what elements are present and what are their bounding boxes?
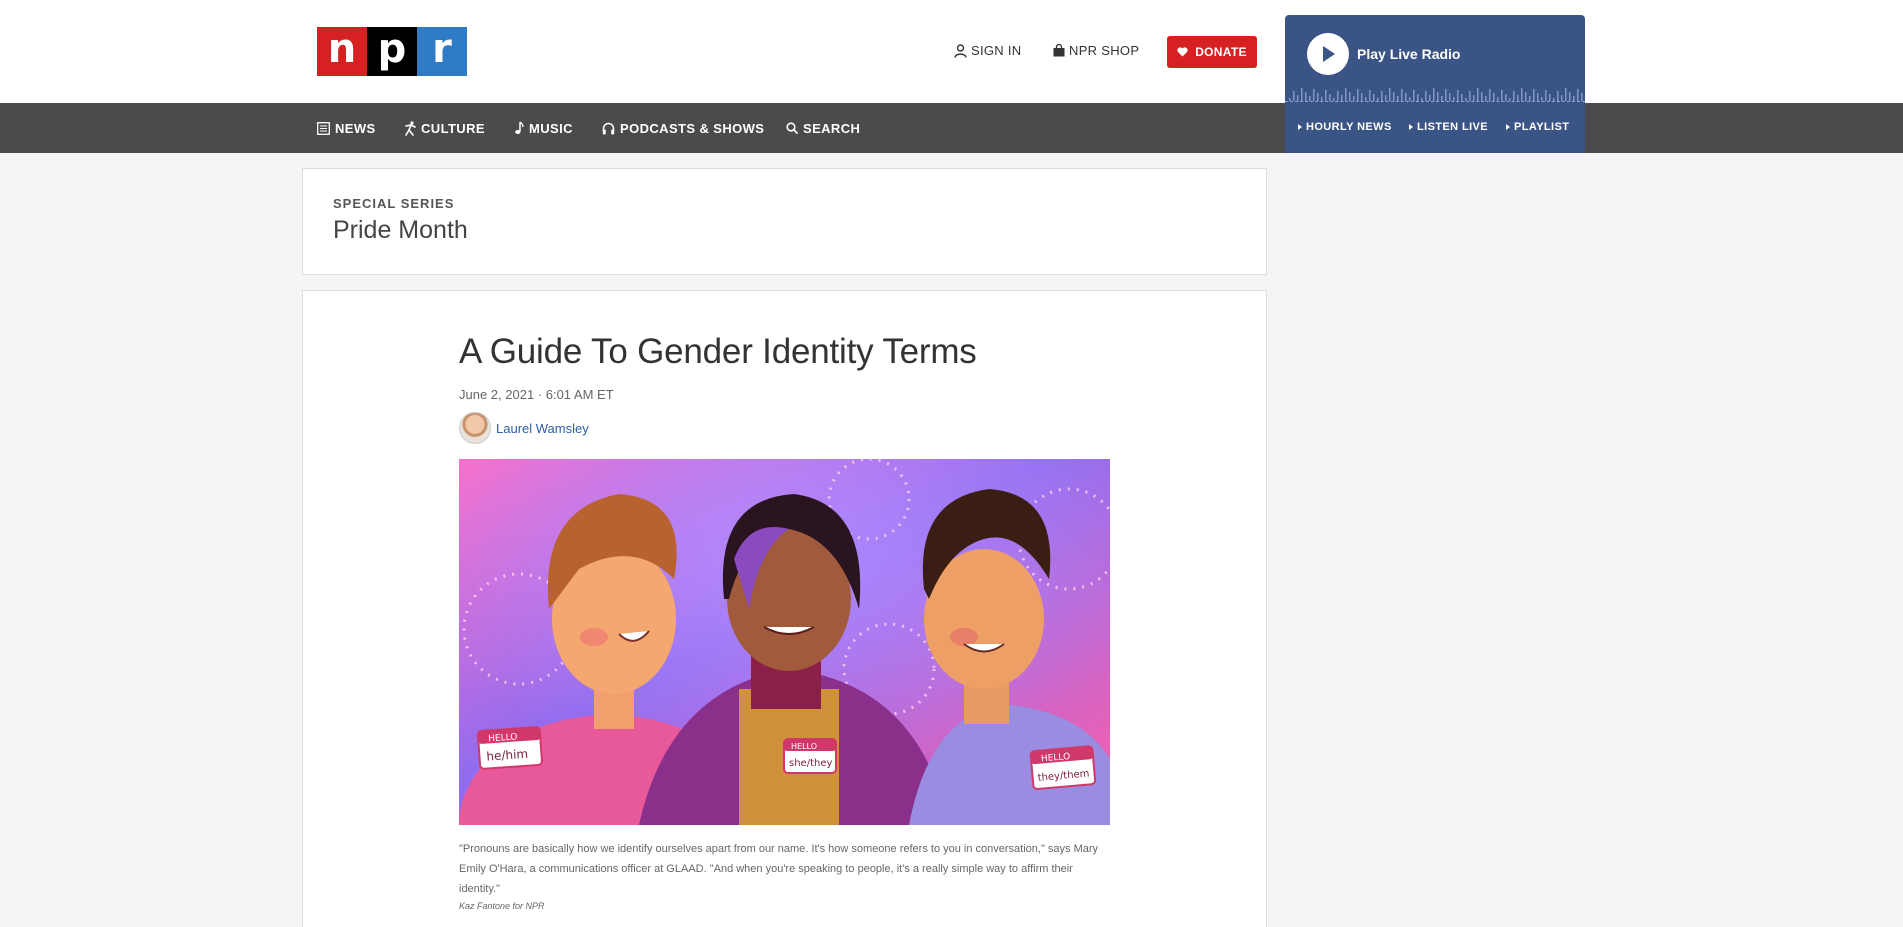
name-tag-she-they: HELLO she/they	[783, 738, 837, 774]
nav-label-culture: CULTURE	[421, 120, 485, 136]
donate-button[interactable]: DONATE	[1167, 36, 1257, 68]
sign-in-label: SIGN IN	[971, 43, 1022, 58]
tag-hello-1: HELLO	[488, 732, 518, 744]
radio-divider	[1285, 101, 1585, 102]
play-icon	[1323, 46, 1335, 62]
tag-hello-2: HELLO	[791, 742, 817, 751]
live-radio-widget: Play Live Radio HOURLY NEWS LISTEN LIVE …	[1285, 15, 1585, 153]
hourly-news-link[interactable]: HOURLY NEWS	[1298, 121, 1392, 133]
illustration-three-people: HELLO he/him HELLO she/they HELLO they/t…	[459, 459, 1110, 825]
npr-logo[interactable]: n p r	[317, 27, 467, 76]
shop-label: NPR SHOP	[1069, 43, 1140, 58]
tag-pronoun-2: she/they	[789, 758, 832, 769]
user-icon	[954, 43, 967, 58]
author-link[interactable]: Laurel Wamsley	[496, 421, 589, 436]
audio-waveform	[1289, 88, 1583, 101]
listen-live-link[interactable]: LISTEN LIVE	[1409, 121, 1488, 133]
main-nav: NEWS CULTURE MUSIC PODCASTS & SHOWS SEAR…	[0, 103, 1903, 153]
music-note-icon	[515, 121, 524, 134]
listen-live-label: LISTEN LIVE	[1417, 121, 1489, 133]
image-credit: Kaz Fantone for NPR	[459, 901, 545, 911]
nav-label-podcasts: PODCASTS & SHOWS	[620, 120, 765, 136]
play-live-radio-button[interactable]	[1307, 33, 1349, 75]
logo-letter-n: n	[317, 27, 367, 76]
heart-icon	[1177, 47, 1188, 57]
author-avatar[interactable]	[459, 412, 491, 444]
series-label: SPECIAL SERIES	[333, 196, 455, 211]
playlist-label: PLAYLIST	[1514, 121, 1570, 133]
radio-title: Play Live Radio	[1357, 46, 1461, 62]
byline: Laurel Wamsley	[459, 412, 589, 444]
article-headline: A Guide To Gender Identity Terms	[459, 332, 977, 371]
tag-pronoun-1: he/him	[486, 747, 529, 764]
culture-icon	[405, 120, 416, 136]
hourly-news-label: HOURLY NEWS	[1306, 121, 1392, 133]
shopping-bag-icon	[1053, 44, 1065, 57]
news-icon	[317, 121, 330, 135]
donate-label: DONATE	[1195, 45, 1247, 59]
search-icon	[786, 122, 798, 134]
nav-item-culture[interactable]: CULTURE	[404, 103, 485, 153]
logo-letter-r: r	[417, 27, 467, 76]
sign-in-link[interactable]: SIGN IN	[954, 43, 1022, 58]
logo-letter-p: p	[367, 27, 417, 76]
name-tag-they-them: HELLO they/them	[1029, 745, 1097, 790]
special-series-banner: SPECIAL SERIES Pride Month	[302, 168, 1267, 275]
nav-label-news: NEWS	[335, 120, 376, 136]
series-name-link[interactable]: Pride Month	[333, 216, 468, 245]
nav-label-search: SEARCH	[803, 120, 861, 136]
headphones-icon	[602, 122, 615, 134]
nav-item-search[interactable]: SEARCH	[786, 103, 860, 153]
name-tag-he-him: HELLO he/him	[476, 726, 543, 770]
article: A Guide To Gender Identity Terms June 2,…	[302, 290, 1267, 927]
nav-label-music: MUSIC	[529, 120, 573, 136]
site-header: n p r SIGN IN NPR SHOP DONATE	[0, 0, 1903, 103]
image-caption: "Pronouns are basically how we identify …	[459, 843, 1099, 895]
nav-item-podcasts-shows[interactable]: PODCASTS & SHOWS	[602, 103, 764, 153]
article-date: June 2, 2021 · 6:01 AM ET	[459, 387, 614, 402]
nav-item-news[interactable]: NEWS	[317, 103, 376, 153]
nav-item-music[interactable]: MUSIC	[514, 103, 573, 153]
npr-shop-link[interactable]: NPR SHOP	[1053, 43, 1139, 58]
article-hero-image[interactable]: HELLO he/him HELLO she/they HELLO they/t…	[459, 459, 1110, 825]
playlist-link[interactable]: PLAYLIST	[1506, 121, 1569, 133]
